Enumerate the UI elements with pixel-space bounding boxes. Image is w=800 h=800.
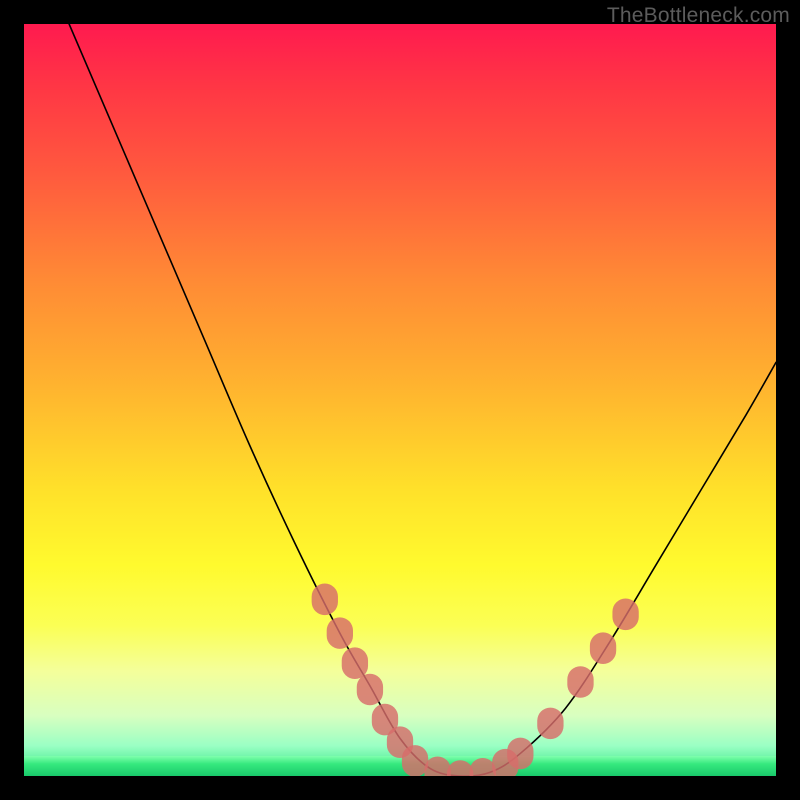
chart-svg bbox=[24, 24, 776, 776]
curve-marker bbox=[612, 599, 638, 631]
curve-marker bbox=[424, 756, 450, 776]
markers-group bbox=[312, 583, 639, 776]
chart-plot-area bbox=[24, 24, 776, 776]
curve-marker bbox=[342, 647, 368, 679]
curve-marker bbox=[402, 745, 428, 776]
curve-marker bbox=[327, 617, 353, 649]
curve-marker bbox=[567, 666, 593, 698]
curve-marker bbox=[590, 632, 616, 664]
curve-marker bbox=[312, 583, 338, 615]
curve-marker bbox=[537, 708, 563, 740]
curve-marker bbox=[357, 674, 383, 706]
curve-marker bbox=[447, 760, 473, 776]
bottleneck-curve bbox=[69, 24, 776, 776]
curve-group bbox=[69, 24, 776, 776]
curve-marker bbox=[507, 738, 533, 770]
watermark-text: TheBottleneck.com bbox=[607, 4, 790, 28]
curve-marker bbox=[470, 758, 496, 776]
